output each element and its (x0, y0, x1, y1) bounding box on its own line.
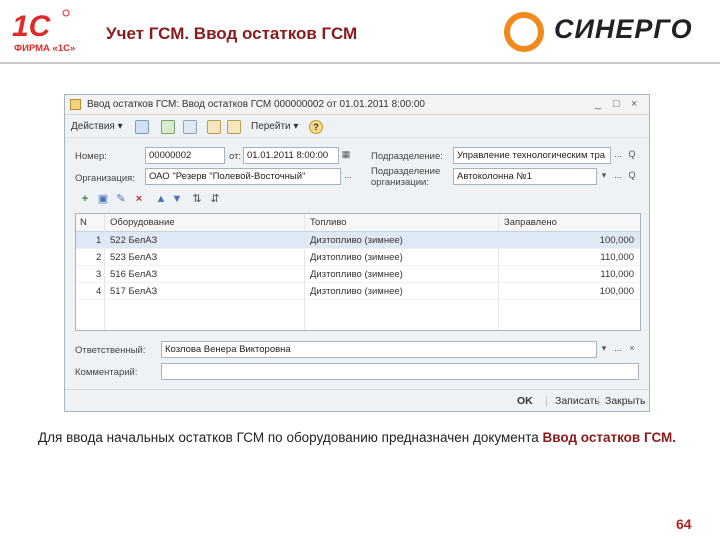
org-department-select-button[interactable]: ... (611, 168, 625, 185)
actions-menu[interactable]: Действия ▾ (71, 121, 123, 132)
row-number: 4 (96, 286, 102, 297)
table-row[interactable]: 1 522 БелАЗ Дизтопливо (зимнее) 100,000 (76, 232, 640, 249)
responsible-select-button[interactable]: ... (611, 341, 625, 358)
close-button[interactable]: Закрыть (605, 395, 645, 407)
organization-label: Организация: (75, 173, 135, 184)
refresh-icon[interactable] (161, 120, 175, 134)
number-field[interactable]: 00000002 (145, 147, 225, 164)
row-equipment: 522 БелАЗ (110, 235, 158, 246)
table-row[interactable]: 2 523 БелАЗ Дизтопливо (зимнее) 110,000 (76, 249, 640, 266)
header-divider (0, 62, 720, 64)
sort-desc-icon[interactable]: ⇵ (209, 193, 221, 205)
row-amount: 100,000 (599, 286, 634, 297)
document-icon (70, 99, 81, 110)
toolbar: Действия ▾ Перейти ▾ ? (65, 116, 649, 138)
slide-caption: Для ввода начальных остатков ГСМ по обор… (38, 428, 688, 448)
row-equipment: 523 БелАЗ (110, 252, 158, 263)
slide-title: Учет ГСМ. Ввод остатков ГСМ (106, 24, 358, 43)
delete-row-icon[interactable]: × (133, 193, 145, 205)
logo-synergo: СИНЕРГО (554, 14, 693, 44)
row-number: 1 (96, 235, 102, 246)
row-amount: 100,000 (599, 235, 634, 246)
comment-field[interactable] (161, 363, 639, 380)
row-amount: 110,000 (600, 269, 634, 280)
row-fuel: Дизтопливо (зимнее) (310, 286, 403, 297)
table-header: N Оборудование Топливо Заправлено (76, 214, 640, 232)
logo-1c: 1С ФИРМА «1С» (12, 9, 75, 54)
column-header-equipment[interactable]: Оборудование (110, 214, 175, 231)
document-movements-icon[interactable] (227, 120, 241, 134)
org-department-field[interactable]: Автоколонна №1 (453, 168, 597, 185)
responsible-clear-icon[interactable]: × (625, 341, 639, 358)
form-buttons: OK | Записать | Закрыть (65, 389, 649, 412)
row-number: 3 (96, 269, 102, 280)
structure-icon[interactable] (207, 120, 221, 134)
row-equipment: 516 БелАЗ (110, 269, 158, 280)
row-fuel: Дизтопливо (зимнее) (310, 252, 403, 263)
move-down-icon[interactable]: ▼ (171, 193, 183, 205)
close-window-button[interactable]: × (631, 98, 637, 110)
window-titlebar[interactable]: Ввод остатков ГСМ: Ввод остатков ГСМ 000… (65, 95, 649, 115)
date-field[interactable]: 01.01.2011 8:00:00 (243, 147, 339, 164)
table-row[interactable]: 4 517 БелАЗ Дизтопливо (зимнее) 100,000 (76, 283, 640, 300)
sort-asc-icon[interactable]: ⇅ (191, 193, 203, 205)
department-label: Подразделение: (371, 151, 443, 162)
row-equipment: 517 БелАЗ (110, 286, 158, 297)
column-header-n[interactable]: N (80, 214, 87, 231)
org-department-label-line2: организации: (371, 177, 429, 188)
ok-button[interactable]: OK (517, 395, 533, 407)
column-header-amount[interactable]: Заправлено (504, 214, 557, 231)
responsible-dropdown-icon[interactable]: ▾ (597, 341, 611, 358)
org-department-label-line1: Подразделение (371, 166, 441, 177)
date-label: от: (229, 151, 242, 162)
responsible-field[interactable]: Козлова Венера Викторовна (161, 341, 597, 358)
row-fuel: Дизтопливо (зимнее) (310, 269, 403, 280)
list-icon[interactable] (183, 120, 197, 134)
row-fuel: Дизтопливо (зимнее) (310, 235, 403, 246)
row-amount: 110,000 (600, 252, 634, 263)
maximize-button[interactable]: □ (613, 98, 620, 110)
add-row-icon[interactable]: + (79, 193, 91, 205)
caption-text: Для ввода начальных остатков ГСМ по обор… (38, 430, 543, 445)
row-number: 2 (96, 252, 102, 263)
document-window: Ввод остатков ГСМ: Ввод остатков ГСМ 000… (64, 94, 650, 412)
org-department-dropdown-icon[interactable]: ▾ (597, 168, 611, 185)
equipment-table: N Оборудование Топливо Заправлено 1 522 … (75, 213, 641, 331)
caption-highlight: Ввод остатков ГСМ. (542, 430, 677, 445)
department-field[interactable]: Управление технологическим тра (453, 147, 611, 164)
organization-select-button[interactable]: ... (341, 168, 355, 185)
edit-row-icon[interactable]: ✎ (115, 193, 127, 205)
window-title: Ввод остатков ГСМ: Ввод остатков ГСМ 000… (87, 99, 425, 110)
responsible-label: Ответственный: (75, 345, 146, 356)
org-department-search-icon[interactable]: Q (625, 168, 639, 185)
logo-1c-caption: ФИРМА «1С» (14, 43, 75, 54)
help-icon[interactable]: ? (309, 120, 323, 134)
number-label: Номер: (75, 151, 107, 162)
logo-1c-mark: 1С (12, 10, 52, 43)
post-document-icon[interactable] (135, 120, 149, 134)
copy-row-icon[interactable]: ▣ (97, 193, 109, 205)
save-button[interactable]: Записать (555, 395, 600, 407)
calendar-icon[interactable]: ▦ (339, 147, 353, 164)
page-number: 64 (676, 516, 692, 532)
organization-field[interactable]: ОАО "Резерв "Полевой-Восточный" (145, 168, 341, 185)
table-row[interactable]: 3 516 БелАЗ Дизтопливо (зимнее) 110,000 (76, 266, 640, 283)
department-select-button[interactable]: ... (611, 147, 625, 164)
comment-label: Комментарий: (75, 367, 138, 378)
column-header-fuel[interactable]: Топливо (310, 214, 347, 231)
move-up-icon[interactable]: ▲ (155, 193, 167, 205)
department-search-icon[interactable]: Q (625, 147, 639, 164)
goto-menu[interactable]: Перейти ▾ (251, 121, 298, 132)
minimize-button[interactable]: _ (595, 98, 601, 110)
